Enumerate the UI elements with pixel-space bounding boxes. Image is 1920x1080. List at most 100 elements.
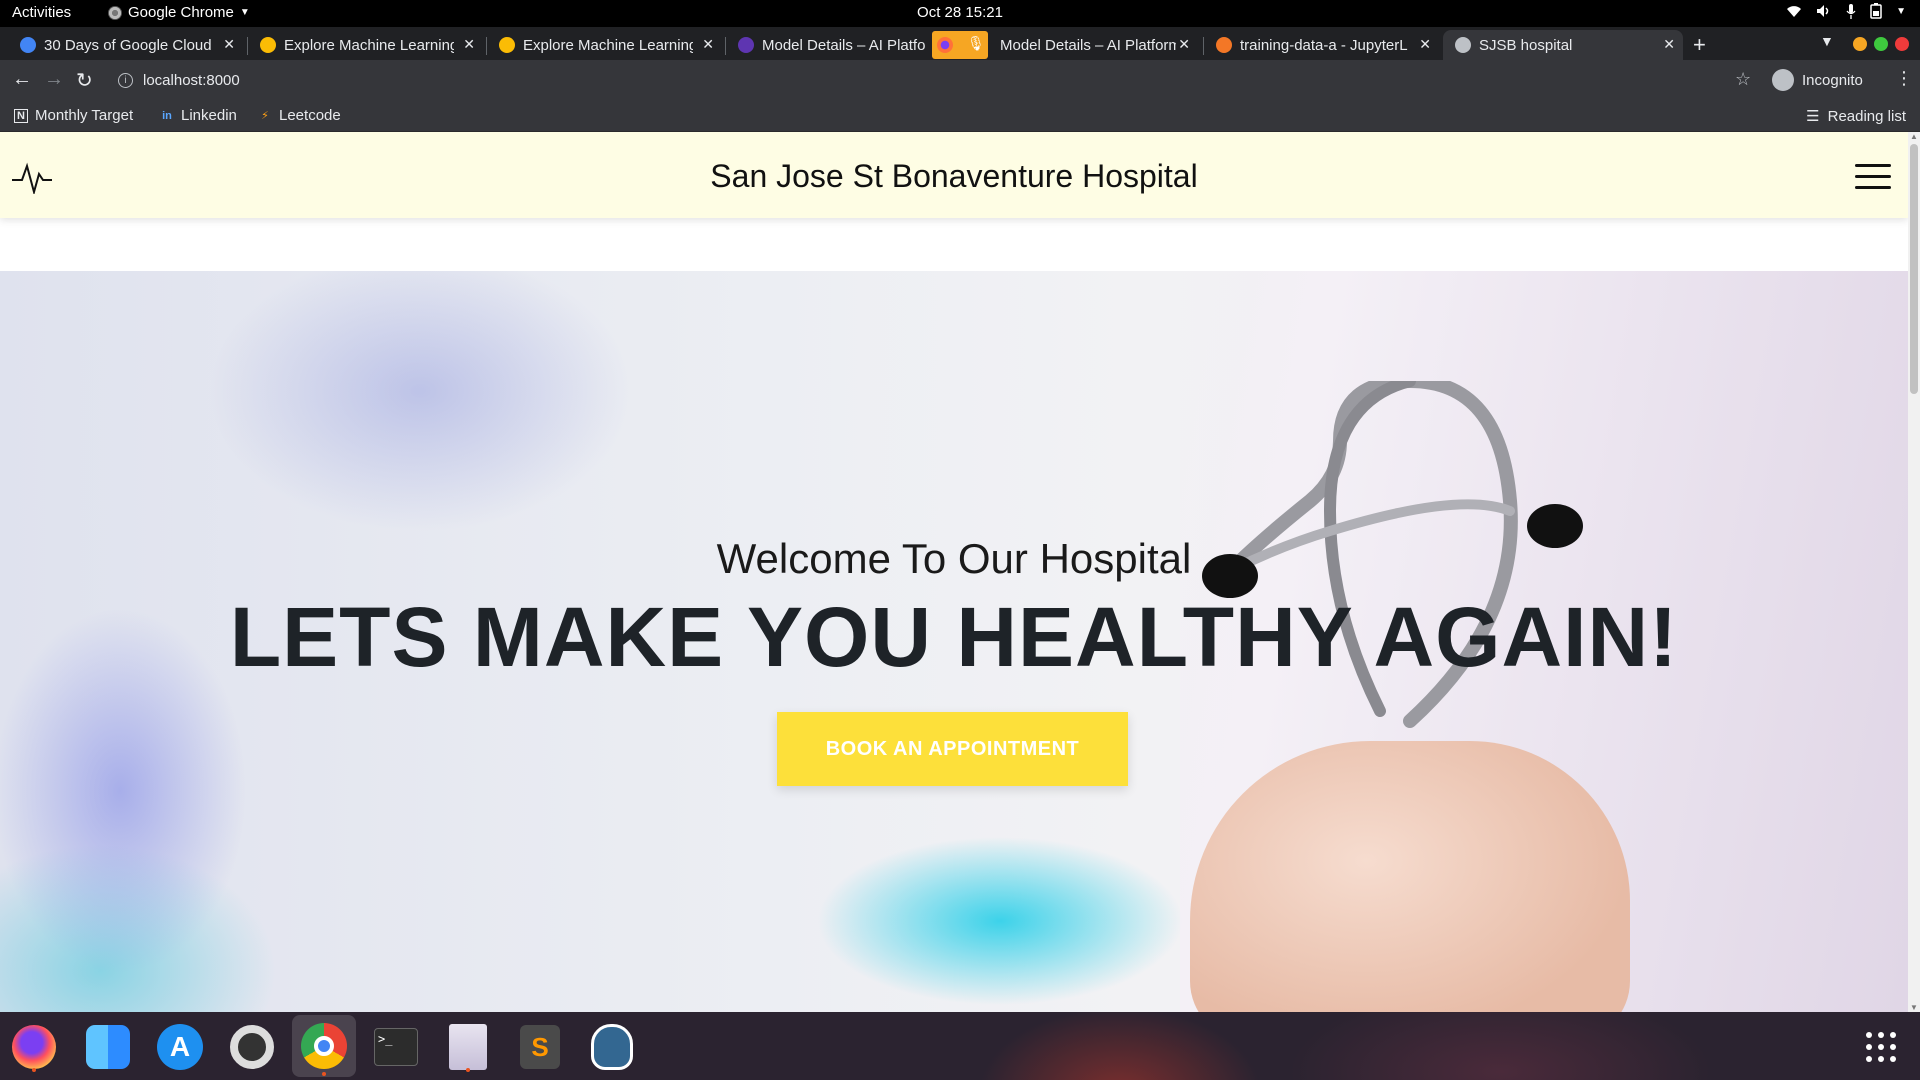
address-bar[interactable]: i localhost:8000 (110, 65, 1750, 95)
close-window-button[interactable] (1895, 37, 1909, 51)
sublime-text-icon: S (520, 1025, 560, 1069)
bookmark-linkedin[interactable]: in Linkedin (160, 107, 237, 124)
scroll-down-icon[interactable]: ▼ (1910, 1003, 1918, 1012)
tab-jupyterlab[interactable]: training-data-a - JupyterL ✕ (1204, 30, 1439, 60)
tab-title: SJSB hospital (1479, 36, 1573, 54)
caret-down-icon: ▼ (239, 7, 250, 18)
dock-app-store[interactable]: A (154, 1021, 206, 1073)
hero-subtitle: Welcome To Our Hospital (716, 535, 1192, 582)
app-menu[interactable]: Google Chrome ▼ (108, 4, 250, 21)
firefox-overlay: 🎙 (932, 31, 988, 59)
firefox-icon (937, 37, 953, 53)
incognito-indicator[interactable]: Incognito (1772, 65, 1863, 95)
url-text: localhost:8000 (143, 71, 240, 89)
bookmark-monthly-target[interactable]: N Monthly Target (14, 107, 133, 124)
hero-section: Welcome To Our Hospital LETS MAKE YOU HE… (0, 271, 1908, 1012)
page-viewport: San Jose St Bonaventure Hospital Welcome… (0, 132, 1908, 1012)
hamburger-menu-icon[interactable] (1855, 164, 1891, 190)
tab-sjsb-hospital[interactable]: SJSB hospital ✕ (1443, 30, 1683, 60)
clock[interactable]: Oct 28 15:21 (917, 4, 1003, 21)
chrome-icon (108, 5, 122, 20)
forward-arrow-icon[interactable]: → (44, 68, 64, 91)
dock-text-editor[interactable] (442, 1021, 494, 1073)
text-editor-icon (449, 1024, 487, 1070)
bookmark-star-icon[interactable]: ☆ (1735, 69, 1751, 90)
dock-terminal[interactable]: >_ (370, 1021, 422, 1073)
show-applications-icon[interactable] (1866, 1032, 1896, 1062)
reading-list-button[interactable]: ☰ Reading list (1806, 107, 1906, 126)
dock-help[interactable] (226, 1021, 278, 1073)
tab-explore-ml-1[interactable]: Explore Machine Learning ✕ (248, 30, 483, 60)
globe-icon (1455, 37, 1471, 53)
close-icon[interactable]: ✕ (223, 36, 235, 53)
caret-down-icon: ▼ (1896, 5, 1906, 17)
bookmark-leetcode[interactable]: ⚡ Leetcode (258, 107, 341, 124)
tab-strip: 30 Days of Google Cloud - ✕ Explore Mach… (0, 27, 1920, 60)
tab-30-days-google-cloud[interactable]: 30 Days of Google Cloud - ✕ (8, 30, 243, 60)
system-tray[interactable]: ▼ (1786, 3, 1906, 19)
firefox-icon (12, 1025, 56, 1069)
reading-list-icon: ☰ (1806, 108, 1820, 125)
scrollbar-thumb[interactable] (1910, 144, 1918, 394)
microphone-icon (1846, 3, 1856, 19)
dock-firefox[interactable] (8, 1021, 60, 1073)
tab-title: training-data-a - JupyterL (1240, 36, 1408, 54)
leetcode-icon: ⚡ (261, 110, 269, 122)
running-indicator (32, 1068, 36, 1072)
reload-icon[interactable]: ↻ (76, 68, 93, 93)
incognito-label: Incognito (1802, 71, 1863, 89)
menu-kebab-icon[interactable]: ⋮ (1895, 68, 1913, 89)
tab-model-details-1[interactable]: Model Details – AI Platform (726, 30, 926, 60)
hero-headline: LETS MAKE YOU HEALTHY AGAIN! (229, 590, 1679, 684)
tab-title: 30 Days of Google Cloud - (44, 36, 214, 54)
tab-title: Explore Machine Learning (284, 36, 454, 54)
close-icon[interactable]: ✕ (1663, 36, 1675, 53)
bookmarks-bar: N Monthly Target in Linkedin ⚡ Leetcode … (0, 100, 1920, 132)
jupyter-icon (1216, 37, 1232, 53)
tab-title: Model Details – AI Platform (1000, 36, 1176, 54)
back-arrow-icon[interactable]: ← (12, 68, 32, 91)
app-store-icon: A (157, 1024, 203, 1070)
volume-icon (1817, 5, 1829, 17)
terminal-icon: >_ (374, 1028, 418, 1066)
system-top-bar: Activities Google Chrome ▼ Oct 28 15:21 … (0, 0, 1920, 27)
hand-image (1190, 741, 1630, 1012)
finder-icon (86, 1025, 130, 1069)
browser-toolbar: ← → ↻ i localhost:8000 ☆ Incognito ⋮ (0, 60, 1920, 100)
tab-search-icon[interactable]: ▼ (1820, 33, 1834, 49)
close-icon[interactable]: ✕ (702, 36, 714, 53)
running-indicator (466, 1068, 470, 1072)
google-cloud-icon (499, 37, 515, 53)
maximize-button[interactable] (1874, 37, 1888, 51)
scroll-up-icon[interactable]: ▲ (1910, 132, 1918, 141)
activities-button[interactable]: Activities (12, 4, 71, 21)
linkedin-icon: in (162, 109, 172, 122)
close-icon[interactable]: ✕ (1178, 36, 1190, 53)
dock-postgresql[interactable] (586, 1021, 638, 1073)
minimize-button[interactable] (1853, 37, 1867, 51)
info-icon[interactable]: i (118, 72, 133, 88)
tab-title: Explore Machine Learning (523, 36, 693, 54)
book-appointment-button[interactable]: BOOK AN APPOINTMENT (777, 712, 1128, 786)
page-scrollbar[interactable]: ▲ ▼ (1908, 132, 1920, 1012)
tab-model-details-2[interactable]: Model Details – AI Platform ✕ (988, 30, 1198, 60)
microphone-icon: 🎙 (967, 35, 985, 51)
notion-icon: N (14, 108, 28, 123)
tab-explore-ml-2[interactable]: Explore Machine Learning ✕ (487, 30, 722, 60)
postgresql-icon (591, 1024, 633, 1070)
help-icon (230, 1025, 274, 1069)
ai-platform-icon (738, 37, 754, 53)
reading-list-label: Reading list (1827, 107, 1906, 125)
dock-chrome[interactable] (292, 1015, 356, 1077)
site-header: San Jose St Bonaventure Hospital (0, 132, 1908, 218)
close-icon[interactable]: ✕ (463, 36, 475, 53)
dock-sublime-text[interactable]: S (514, 1021, 566, 1073)
dock-finder[interactable] (82, 1021, 134, 1073)
new-tab-button[interactable]: + (1693, 32, 1706, 58)
google-icon (20, 37, 36, 53)
close-icon[interactable]: ✕ (1419, 36, 1431, 53)
wifi-icon (1787, 6, 1802, 17)
app-menu-label: Google Chrome (128, 4, 234, 21)
ubuntu-dock: A >_ S (0, 1012, 1920, 1080)
chrome-icon (301, 1023, 347, 1069)
